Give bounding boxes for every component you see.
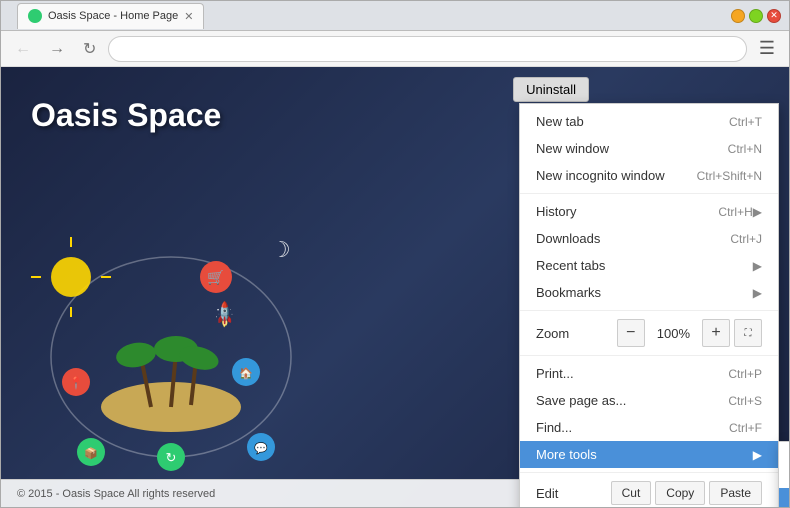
close-button[interactable]: ✕ (767, 9, 781, 23)
footer-copyright: © 2015 - Oasis Space All rights reserved (17, 488, 215, 500)
menu-section-print: Print... Ctrl+P Save page as... Ctrl+S F… (520, 356, 778, 473)
forward-button[interactable]: → (43, 38, 71, 60)
island-graphic: 🛒 ☽ 📍 🏠 💬 🚀 ↻ 📦 (21, 197, 321, 477)
minimize-button[interactable] (731, 9, 745, 23)
menu-item-save-page[interactable]: Save page as... Ctrl+S (520, 387, 778, 414)
browser-frame: Oasis Space - Home Page ✕ ✕ ← → ↻ q ☰ Oa… (0, 0, 790, 508)
menu-item-bookmarks[interactable]: Bookmarks ▶ (520, 279, 778, 306)
cut-button[interactable]: Cut (611, 481, 652, 505)
copy-button[interactable]: Copy (655, 481, 705, 505)
chrome-menu-button[interactable]: ☰ (753, 36, 781, 61)
svg-text:☽: ☽ (271, 237, 291, 262)
tab-bar: Oasis Space - Home Page ✕ (17, 3, 731, 29)
menu-item-incognito[interactable]: New incognito window Ctrl+Shift+N (520, 162, 778, 189)
address-bar[interactable]: q (108, 36, 746, 62)
svg-text:📍: 📍 (69, 376, 84, 390)
refresh-button[interactable]: ↻ (77, 37, 102, 61)
zoom-value: 100% (645, 326, 702, 341)
tab-close-button[interactable]: ✕ (184, 10, 193, 23)
edit-control: Edit Cut Copy Paste (520, 477, 778, 507)
zoom-plus-button[interactable]: + (702, 319, 730, 347)
svg-text:🚀: 🚀 (209, 299, 240, 330)
menu-item-new-tab[interactable]: New tab Ctrl+T (520, 108, 778, 135)
menu-section-edit: Edit Cut Copy Paste (520, 473, 778, 507)
menu-item-history[interactable]: History Ctrl+H ▶ (520, 198, 778, 225)
zoom-control: Zoom − 100% + ⛶ (520, 315, 778, 351)
svg-text:↻: ↻ (166, 450, 177, 465)
maximize-button[interactable] (749, 9, 763, 23)
chrome-menu: New tab Ctrl+T New window Ctrl+N New inc… (519, 103, 779, 507)
paste-button[interactable]: Paste (709, 481, 762, 505)
svg-text:💬: 💬 (254, 442, 268, 455)
back-button[interactable]: ← (9, 38, 37, 60)
page-content: Oasis Space Uninstall (1, 67, 789, 507)
menu-section-history: History Ctrl+H ▶ Downloads Ctrl+J Recent… (520, 194, 778, 311)
menu-item-more-tools[interactable]: More tools ▶ Clear browsing data... Ctrl… (520, 441, 778, 468)
menu-item-downloads[interactable]: Downloads Ctrl+J (520, 225, 778, 252)
menu-item-recent-tabs[interactable]: Recent tabs ▶ (520, 252, 778, 279)
menu-item-print[interactable]: Print... Ctrl+P (520, 360, 778, 387)
menu-item-new-window[interactable]: New window Ctrl+N (520, 135, 778, 162)
submenu-item-extensions[interactable]: Extensions (779, 488, 789, 507)
uninstall-button[interactable]: Uninstall (513, 77, 589, 102)
title-bar: Oasis Space - Home Page ✕ ✕ (1, 1, 789, 31)
edit-label: Edit (536, 486, 607, 501)
website-logo: Oasis Space (31, 97, 221, 134)
svg-text:🛒: 🛒 (207, 269, 224, 286)
svg-text:🏠: 🏠 (239, 367, 253, 380)
more-tools-submenu: Clear browsing data... Ctrl+Shift+Del Ex… (778, 441, 789, 507)
zoom-label: Zoom (536, 326, 617, 341)
zoom-minus-button[interactable]: − (617, 319, 645, 347)
zoom-fullscreen-button[interactable]: ⛶ (734, 319, 762, 347)
window-controls: ✕ (731, 9, 781, 23)
tab-favicon (28, 9, 42, 23)
tab-title: Oasis Space - Home Page (48, 10, 178, 22)
menu-section-new: New tab Ctrl+T New window Ctrl+N New inc… (520, 104, 778, 194)
submenu-item-clear-browsing[interactable]: Clear browsing data... Ctrl+Shift+Del (779, 446, 789, 488)
nav-bar: ← → ↻ q ☰ (1, 31, 789, 67)
menu-section-zoom: Zoom − 100% + ⛶ (520, 311, 778, 356)
submenu-section: Clear browsing data... Ctrl+Shift+Del Ex… (779, 442, 789, 507)
menu-item-find[interactable]: Find... Ctrl+F (520, 414, 778, 441)
svg-text:📦: 📦 (84, 447, 98, 460)
active-tab[interactable]: Oasis Space - Home Page ✕ (17, 3, 204, 29)
